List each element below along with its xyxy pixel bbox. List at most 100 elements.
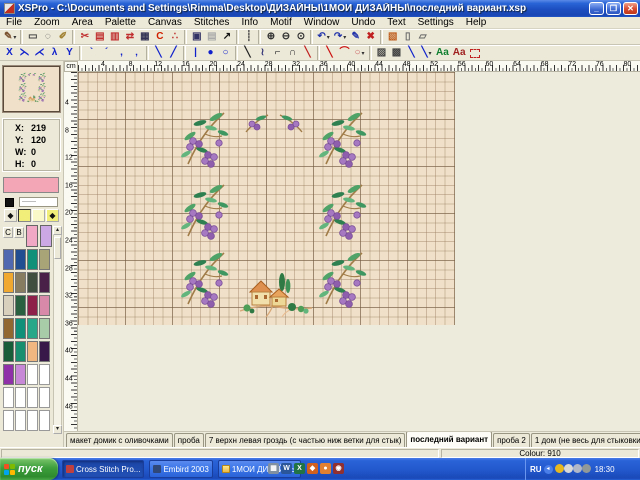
palette-color[interactable] bbox=[15, 318, 26, 339]
maximize-button[interactable]: ❐ bbox=[606, 2, 621, 15]
undo-button[interactable]: ↶▾ bbox=[315, 30, 331, 44]
palette-color[interactable] bbox=[3, 272, 14, 293]
pointer-arrow-button[interactable]: ↗ bbox=[219, 30, 234, 44]
task-embird-2003[interactable]: Embird 2003 bbox=[149, 460, 212, 478]
palette-color[interactable] bbox=[39, 387, 50, 408]
menu-text[interactable]: Text bbox=[381, 17, 411, 29]
palette-color[interactable] bbox=[15, 341, 26, 362]
diamond-yellow-swatch[interactable]: ◆ bbox=[46, 209, 59, 222]
bead-filled[interactable]: ● bbox=[203, 46, 218, 60]
motif-grid-2[interactable]: ▩ bbox=[389, 46, 404, 60]
delete-button[interactable]: ✖ bbox=[363, 30, 378, 44]
language-indicator[interactable]: RU bbox=[530, 465, 542, 474]
three-quarter-stitch-ne[interactable]: ⋌ bbox=[32, 46, 47, 60]
palette-color[interactable] bbox=[3, 410, 14, 431]
start-button[interactable]: пуск bbox=[0, 458, 58, 480]
rotate-button[interactable]: C bbox=[152, 30, 167, 44]
tray-app-icon-2[interactable] bbox=[573, 464, 582, 473]
text-tool-green[interactable]: Aa bbox=[434, 46, 451, 60]
backstitch-corner[interactable]: ⌐ bbox=[270, 46, 285, 60]
palette-color[interactable] bbox=[3, 249, 14, 270]
menu-window[interactable]: Window bbox=[298, 17, 346, 29]
design-tab[interactable]: проба bbox=[174, 433, 204, 447]
zoom-out-button[interactable]: ⊖ bbox=[278, 30, 293, 44]
text-tool-red[interactable]: Aa bbox=[451, 46, 468, 60]
tray-coin-icon[interactable] bbox=[555, 464, 564, 473]
quick-launch-icon-4[interactable]: ◆ bbox=[307, 463, 318, 474]
design-tab[interactable]: проба 2 bbox=[493, 433, 530, 447]
french-knot[interactable]: ○ bbox=[218, 46, 233, 60]
paste-button[interactable]: ▥ bbox=[107, 30, 122, 44]
palette-scroll-up[interactable]: ▴ bbox=[53, 226, 62, 235]
task-cross-stitch-pro[interactable]: Cross Stitch Pro... bbox=[62, 460, 144, 478]
minimize-button[interactable]: _ bbox=[589, 2, 604, 15]
half-cross-y[interactable]: Y bbox=[62, 46, 77, 60]
palette-color[interactable] bbox=[15, 364, 26, 385]
copy-button[interactable]: ▤ bbox=[92, 30, 107, 44]
yellow-swatch-selected[interactable] bbox=[18, 209, 31, 222]
backstitch-delete[interactable]: ╲ bbox=[300, 46, 315, 60]
full-cross-stitch[interactable]: X bbox=[2, 46, 17, 60]
guide-lines-button[interactable]: ┊ bbox=[241, 30, 256, 44]
tray-collapse-chevron-icon[interactable]: ◂ bbox=[544, 465, 553, 474]
line-style-thin[interactable]: ╲▾ bbox=[419, 46, 434, 60]
backstitch-loop[interactable]: ∩ bbox=[285, 46, 300, 60]
rect-select-tool[interactable]: ▭ bbox=[25, 30, 40, 44]
palette-color[interactable] bbox=[3, 387, 14, 408]
palette-color[interactable] bbox=[27, 410, 38, 431]
palette-color[interactable] bbox=[27, 272, 38, 293]
design-tab[interactable]: последний вариант bbox=[406, 431, 492, 447]
palette-color[interactable] bbox=[3, 318, 14, 339]
palette-color[interactable] bbox=[27, 249, 38, 270]
redo-button[interactable]: ↷▾ bbox=[332, 30, 348, 44]
palette-color[interactable] bbox=[39, 318, 50, 339]
menu-area[interactable]: Area bbox=[66, 17, 99, 29]
palette-color[interactable] bbox=[39, 295, 50, 316]
palette-color[interactable] bbox=[27, 364, 38, 385]
menu-undo[interactable]: Undo bbox=[345, 17, 381, 29]
vertical-stitch[interactable]: | bbox=[188, 46, 203, 60]
palette-color[interactable] bbox=[27, 387, 38, 408]
petite-stitch-ne[interactable]: ´ bbox=[99, 46, 114, 60]
menu-file[interactable]: File bbox=[0, 17, 28, 29]
scatter-button[interactable]: ∴ bbox=[167, 30, 182, 44]
petite-stitch-nw[interactable]: ` bbox=[84, 46, 99, 60]
palette-color[interactable] bbox=[27, 295, 38, 316]
lasso-select-tool[interactable]: ◌ bbox=[40, 30, 55, 44]
menu-canvas[interactable]: Canvas bbox=[142, 17, 188, 29]
palette-color[interactable] bbox=[39, 341, 50, 362]
menu-palette[interactable]: Palette bbox=[99, 17, 142, 29]
menu-settings[interactable]: Settings bbox=[412, 17, 460, 29]
menu-info[interactable]: Info bbox=[235, 17, 264, 29]
quick-launch-icon-5[interactable]: ● bbox=[320, 463, 331, 474]
flip-button[interactable]: ⇄ bbox=[122, 30, 137, 44]
zoom-in-button[interactable]: ⊕ bbox=[263, 30, 278, 44]
palette-color[interactable] bbox=[27, 318, 38, 339]
palette-color[interactable] bbox=[3, 341, 14, 362]
quick-launch-icon-1[interactable]: ▦ bbox=[268, 463, 279, 474]
line-style-thick[interactable]: ╲ bbox=[404, 46, 419, 60]
backstitch-line[interactable]: ╲ bbox=[240, 46, 255, 60]
palette-color[interactable] bbox=[3, 295, 14, 316]
freehand-line-red[interactable]: ╲ bbox=[322, 46, 337, 60]
import-button[interactable]: ▧ bbox=[385, 30, 400, 44]
palette-color[interactable] bbox=[15, 272, 26, 293]
tray-app-icon-3[interactable] bbox=[582, 464, 591, 473]
design-tab[interactable]: 7 верхн левая гроздь (с частью ниж ветки… bbox=[205, 433, 406, 447]
button-c[interactable]: C bbox=[3, 227, 13, 238]
button-b[interactable]: B bbox=[14, 227, 24, 238]
export-button[interactable]: ▱ bbox=[415, 30, 430, 44]
half-cross-lambda[interactable]: λ bbox=[47, 46, 62, 60]
palette-color[interactable] bbox=[27, 341, 38, 362]
selected-thread-swatch[interactable] bbox=[40, 225, 52, 247]
select-marquee[interactable] bbox=[468, 46, 483, 60]
pale-yellow-swatch[interactable] bbox=[32, 209, 45, 222]
palette-color[interactable] bbox=[39, 410, 50, 431]
new-doc-button[interactable]: ▯ bbox=[400, 30, 415, 44]
palette-color[interactable] bbox=[39, 364, 50, 385]
quick-launch-icon-6[interactable]: ◉ bbox=[333, 463, 344, 474]
petite-stitch-se[interactable]: ‚ bbox=[129, 46, 144, 60]
palette-color[interactable] bbox=[39, 272, 50, 293]
motif-grid-1[interactable]: ▨ bbox=[374, 46, 389, 60]
palette-scroll-down[interactable]: ▾ bbox=[53, 425, 62, 434]
